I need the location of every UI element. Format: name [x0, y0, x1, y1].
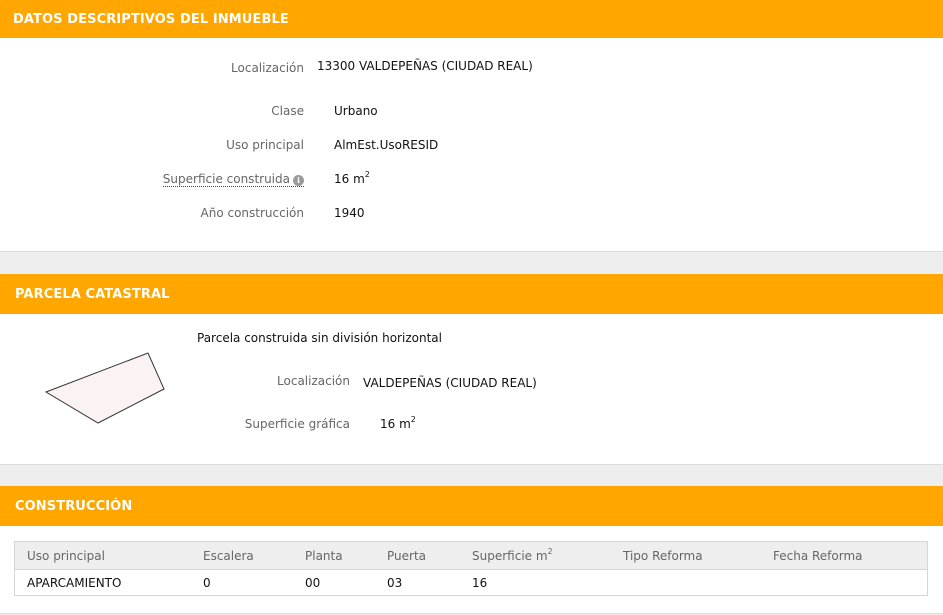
parcela-localizacion-value: VALDEPEÑAS (CIUDAD REAL)	[363, 376, 537, 390]
col-fecha-reforma: Fecha Reforma	[761, 541, 928, 570]
parcela-description: Parcela construida sin división horizont…	[197, 331, 442, 345]
col-uso-principal: Uso principal	[14, 541, 191, 570]
info-icon[interactable]: i	[293, 175, 304, 186]
cell-puerta: 03	[375, 569, 460, 596]
datos-descriptivos-header: DATOS DESCRIPTIVOS DEL INMUEBLE	[0, 0, 943, 38]
col-planta: Planta	[293, 541, 375, 570]
parcela-localizacion-label: Localización	[277, 374, 350, 388]
col-escalera: Escalera	[191, 541, 293, 570]
cell-tipo-reforma	[611, 569, 761, 596]
parcel-shape	[44, 352, 165, 424]
col-tipo-reforma: Tipo Reforma	[611, 541, 761, 570]
clase-label: Clase	[271, 104, 304, 118]
uso-principal-label: Uso principal	[226, 138, 304, 152]
table-header-row: Uso principal Escalera Planta Puerta Sup…	[14, 541, 928, 570]
cell-superficie: 16	[460, 569, 611, 596]
parcel-plan-graphic[interactable]	[42, 350, 172, 430]
uso-principal-value: AlmEst.UsoRESID	[334, 138, 439, 152]
superficie-construida-label: Superficie construida i	[162, 171, 304, 187]
datos-descriptivos-panel: DATOS DESCRIPTIVOS DEL INMUEBLE Localiza…	[0, 0, 943, 252]
construccion-header: CONSTRUCCIÓN	[0, 486, 943, 526]
col-superficie: Superficie m2	[460, 541, 611, 570]
cell-fecha-reforma	[761, 569, 928, 596]
parcela-catastral-panel: PARCELA CATASTRAL Parcela construida sin…	[0, 274, 943, 465]
cell-uso-principal: APARCAMIENTO	[14, 569, 191, 596]
construccion-panel: CONSTRUCCIÓN Uso principal Escalera Plan…	[0, 486, 943, 614]
table-row: APARCAMIENTO 0 00 03 16	[14, 569, 928, 596]
superficie-grafica-value: 16 m2	[380, 415, 416, 432]
superficie-construida-value: 16 m2	[334, 170, 370, 187]
superficie-grafica-label: Superficie gráfica	[244, 417, 350, 431]
localizacion-value: 13300 VALDEPEÑAS (CIUDAD REAL)	[317, 59, 533, 73]
superficie-construida-text: Superficie construida i	[162, 172, 304, 187]
clase-value: Urbano	[334, 104, 378, 118]
cell-planta: 00	[293, 569, 375, 596]
localizacion-label: Localización	[231, 61, 304, 75]
parcela-catastral-header: PARCELA CATASTRAL	[0, 274, 943, 314]
construccion-table: Uso principal Escalera Planta Puerta Sup…	[14, 541, 928, 596]
col-puerta: Puerta	[375, 541, 460, 570]
ano-construccion-label: Año construcción	[200, 206, 305, 220]
ano-construccion-value: 1940	[334, 206, 365, 220]
cell-escalera: 0	[191, 569, 293, 596]
